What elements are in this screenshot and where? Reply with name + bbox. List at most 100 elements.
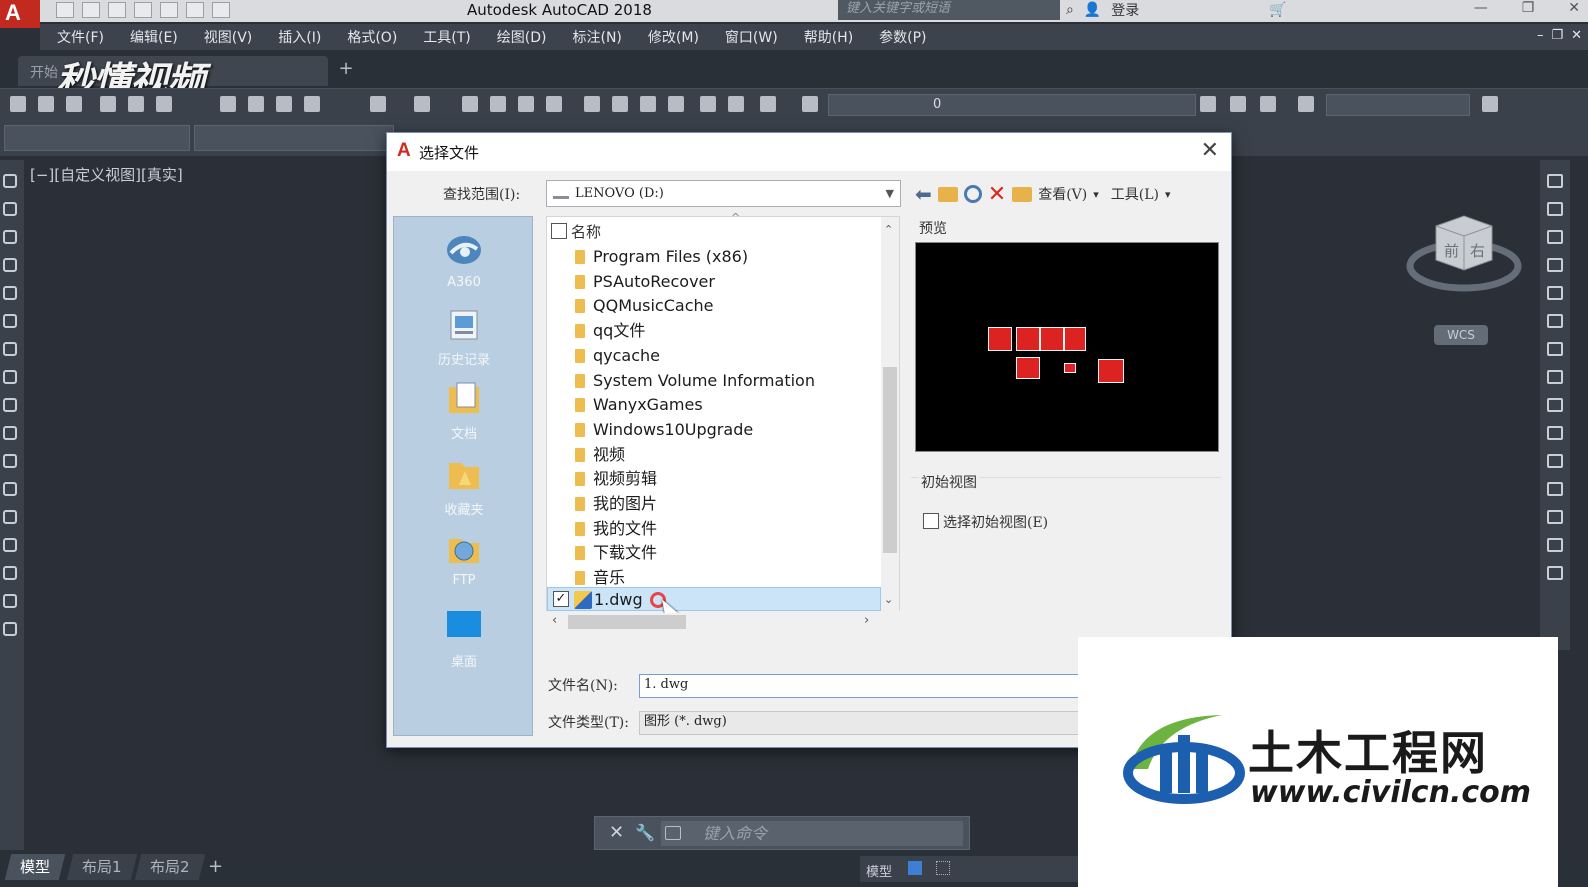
scroll-right-icon[interactable]: ›: [864, 613, 869, 628]
move-tool-icon[interactable]: [1547, 314, 1563, 328]
folder-row[interactable]: 视频剪辑: [547, 467, 881, 491]
extend-tool-icon[interactable]: [1547, 454, 1563, 468]
save-icon[interactable]: [108, 2, 126, 18]
region-tool-icon[interactable]: [3, 566, 17, 580]
folder-row[interactable]: WanyxGames: [547, 393, 881, 417]
pan-icon[interactable]: [462, 96, 478, 112]
maximize-icon[interactable]: ❐: [1522, 0, 1535, 16]
tab-layout1[interactable]: 布局1: [66, 854, 137, 880]
command-prompt-icon[interactable]: [665, 826, 681, 840]
tab-model[interactable]: 模型: [4, 854, 66, 880]
insert-block-icon[interactable]: [3, 426, 17, 440]
tools-chevron-icon[interactable]: ▾: [1165, 188, 1171, 201]
wcs-menu[interactable]: WCS: [1434, 325, 1488, 345]
new-icon[interactable]: [56, 2, 74, 18]
save-file-icon[interactable]: [66, 96, 82, 112]
help-icon[interactable]: [760, 96, 776, 112]
scroll-up-icon[interactable]: ⌃: [884, 223, 893, 236]
file-list-hscroll[interactable]: ‹ ›: [546, 613, 882, 631]
tools-menu[interactable]: 工具(L): [1111, 184, 1159, 204]
print-icon[interactable]: [160, 2, 178, 18]
viewcube-face-right[interactable]: 右: [1470, 242, 1485, 260]
text-style-dropdown[interactable]: [1326, 94, 1470, 116]
open-icon[interactable]: [82, 2, 100, 18]
new-folder-icon[interactable]: [1012, 186, 1033, 202]
zoom-window-icon[interactable]: [518, 96, 534, 112]
cart-icon[interactable]: 🛒: [1269, 2, 1286, 18]
application-menu-button[interactable]: A: [0, 0, 40, 28]
views-chevron-icon[interactable]: ▾: [1093, 188, 1099, 201]
file-list[interactable]: 名称 ^ Program Files (x86) PSAutoRecover QQM…: [546, 211, 900, 621]
name-column-header[interactable]: 名称: [571, 221, 601, 242]
hatch-tool-icon[interactable]: [3, 510, 17, 524]
make-block-icon[interactable]: [3, 454, 17, 468]
table-tool-icon[interactable]: [3, 594, 17, 608]
trim-tool-icon[interactable]: [1547, 426, 1563, 440]
command-input[interactable]: 键入命令: [661, 821, 963, 846]
arc-tool-icon[interactable]: [3, 286, 17, 300]
dim-style-icon[interactable]: [1482, 96, 1498, 112]
menu-help[interactable]: 帮助(H): [787, 27, 862, 47]
model-space-button[interactable]: 模型: [866, 861, 892, 880]
file-list-vscroll[interactable]: ⌃ ⌄: [881, 217, 899, 612]
doc-close-icon[interactable]: ✕: [1571, 28, 1582, 43]
place-ftp[interactable]: FTP: [394, 529, 534, 588]
new-tab-icon[interactable]: +: [334, 58, 358, 80]
menu-tools[interactable]: 工具(T): [406, 27, 479, 47]
offset-tool-icon[interactable]: [1547, 258, 1563, 272]
gradient-tool-icon[interactable]: [3, 538, 17, 552]
stretch-tool-icon[interactable]: [1547, 398, 1563, 412]
folder-row[interactable]: qq文件: [547, 319, 881, 343]
copy-icon[interactable]: [248, 96, 264, 112]
match-properties-icon[interactable]: [304, 96, 320, 112]
place-a360[interactable]: A360: [394, 231, 534, 290]
lookin-dropdown[interactable]: LENOVO (D:) ▼: [546, 180, 901, 207]
plot-icon[interactable]: [100, 96, 116, 112]
binoculars-icon[interactable]: ⌕: [1066, 2, 1074, 18]
hscroll-thumb[interactable]: [568, 615, 686, 629]
dialog-close-icon[interactable]: ✕: [1201, 138, 1219, 163]
folder-row[interactable]: System Volume Information: [547, 369, 881, 393]
paste-icon[interactable]: [276, 96, 292, 112]
menu-format[interactable]: 格式(O): [330, 27, 406, 47]
undo-icon[interactable]: [186, 2, 204, 18]
viewcube[interactable]: 前 右: [1406, 208, 1522, 298]
snap-icon[interactable]: [936, 861, 950, 875]
polyline-tool-icon[interactable]: [3, 202, 17, 216]
quickcalc-icon[interactable]: [728, 96, 744, 112]
properties-icon[interactable]: [584, 96, 600, 112]
revcloud-tool-icon[interactable]: [3, 342, 17, 356]
folder-row[interactable]: 我的文件: [547, 517, 881, 541]
rotate-tool-icon[interactable]: [1547, 342, 1563, 356]
copy-tool-icon[interactable]: [1547, 202, 1563, 216]
sheet-set-icon[interactable]: [668, 96, 684, 112]
redo-icon[interactable]: [212, 2, 230, 18]
wrench-icon[interactable]: 🔧: [635, 823, 655, 842]
rectangle-tool-icon[interactable]: [3, 258, 17, 272]
folder-row[interactable]: Program Files (x86): [547, 245, 881, 269]
toolbar-redo-icon[interactable]: [414, 96, 430, 112]
spline-tool-icon[interactable]: [3, 370, 17, 384]
publish-icon[interactable]: [156, 96, 172, 112]
linetype-dropdown[interactable]: [194, 125, 394, 151]
point-tool-icon[interactable]: [3, 482, 17, 496]
place-favorites[interactable]: 收藏夹: [394, 455, 534, 518]
chamfer-tool-icon[interactable]: [1547, 538, 1563, 552]
save-as-icon[interactable]: [134, 2, 152, 18]
zoom-previous-icon[interactable]: [546, 96, 562, 112]
mirror-tool-icon[interactable]: [1547, 230, 1563, 244]
menu-file[interactable]: 文件(F): [40, 27, 113, 47]
layer-previous-icon[interactable]: [1230, 96, 1246, 112]
line-tool-icon[interactable]: [3, 174, 17, 188]
initial-view-checkbox[interactable]: [923, 513, 939, 529]
markup-icon[interactable]: [700, 96, 716, 112]
place-desktop[interactable]: 桌面: [394, 607, 534, 670]
design-center-icon[interactable]: [612, 96, 628, 112]
text-style-icon[interactable]: [1298, 96, 1314, 112]
scroll-down-icon[interactable]: ⌄: [884, 593, 893, 606]
menu-view[interactable]: 视图(V): [187, 27, 262, 47]
file-checkbox-checked[interactable]: ✓: [553, 591, 569, 607]
place-history[interactable]: 历史记录: [394, 305, 534, 368]
search-web-icon[interactable]: [963, 185, 982, 203]
views-menu[interactable]: 查看(V): [1038, 184, 1087, 204]
